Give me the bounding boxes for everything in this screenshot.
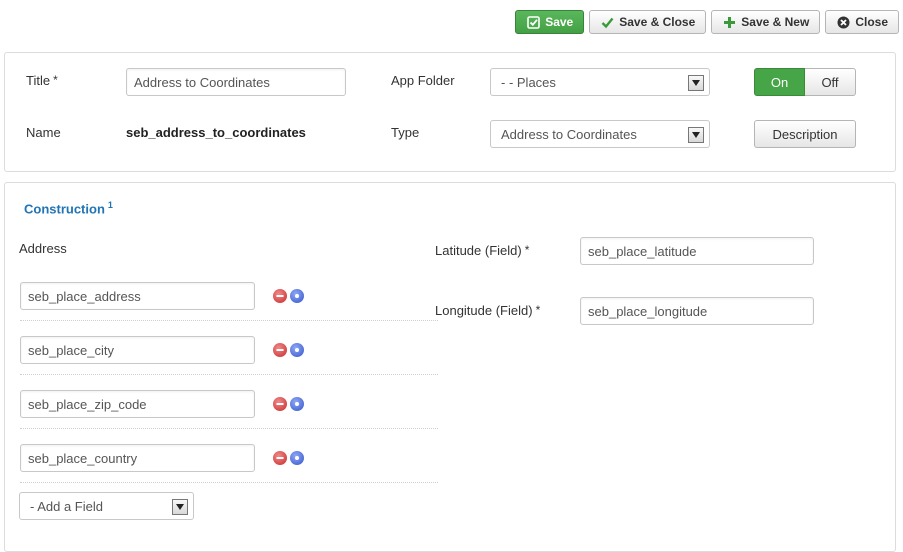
latitude-input[interactable] [580,237,814,265]
city-field-actions [273,343,304,357]
save-close-button[interactable]: Save & Close [589,10,707,34]
title-required-marker: * [53,73,58,87]
construction-title-text: Construction [24,201,105,217]
plus-icon [722,15,736,29]
app-folder-value: - - Places [501,74,556,90]
chevron-down-icon [688,127,704,143]
construction-title: Construction 1 [24,200,113,216]
longitude-input[interactable] [580,297,814,325]
close-label: Close [855,15,888,29]
move-field-icon[interactable] [290,289,304,303]
longitude-required-marker: * [535,303,541,317]
remove-field-icon[interactable] [273,289,287,303]
longitude-label: Longitude (Field) * [435,303,540,318]
check-icon [600,15,614,29]
add-field-select[interactable]: - Add a Field [19,492,194,520]
chevron-down-icon [172,499,188,515]
toggle-off-button[interactable]: Off [805,68,856,96]
latitude-required-marker: * [524,243,530,257]
row-divider [20,374,438,375]
general-panel: Title* App Folder - - Places On Off Name… [4,52,896,172]
add-field-value: - Add a Field [30,498,103,514]
close-circle-icon [836,15,850,29]
move-field-icon[interactable] [290,343,304,357]
latitude-label-text: Latitude (Field) [435,243,522,258]
type-select[interactable]: Address to Coordinates [490,120,710,148]
remove-field-icon[interactable] [273,343,287,357]
description-button[interactable]: Description [754,120,856,148]
save-icon [526,15,540,29]
zip-code-field-input[interactable] [20,390,255,418]
type-label: Type [391,125,420,140]
app-folder-label: App Folder [391,73,455,88]
title-input[interactable] [126,68,346,96]
country-field-input[interactable] [20,444,255,472]
app-folder-select[interactable]: - - Places [490,68,710,96]
remove-field-icon[interactable] [273,451,287,465]
construction-panel: Construction1 Address - Add a Field Lati… [4,182,896,552]
save-new-label: Save & New [741,15,810,29]
title-label: Title * [26,73,58,88]
latitude-label: Latitude (Field) * [435,243,529,258]
name-value: seb_address_to_coordinates [126,125,306,140]
row-divider [20,320,438,321]
save-new-button[interactable]: Save & New [711,10,821,34]
row-divider [20,482,438,483]
longitude-label-text: Longitude (Field) [435,303,533,318]
save-close-label: Save & Close [619,15,696,29]
name-label: Name [26,125,61,140]
row-divider [20,428,438,429]
move-field-icon[interactable] [290,397,304,411]
toggle-on-button[interactable]: On [754,68,805,96]
country-field-actions [273,451,304,465]
city-field-input[interactable] [20,336,255,364]
close-button[interactable]: Close [825,10,899,34]
address-label: Address [19,241,67,256]
zip-code-field-actions [273,397,304,411]
published-toggle: On Off [754,68,856,96]
save-label: Save [545,15,574,29]
toolbar: Save Save & Close Save & New Close [515,10,899,34]
chevron-down-icon [688,75,704,91]
construction-footnote: 1 [107,200,113,210]
address-field-actions [273,289,304,303]
remove-field-icon[interactable] [273,397,287,411]
save-button[interactable]: Save [515,10,585,34]
title-label-text: Title [26,73,51,88]
address-field-input[interactable] [20,282,255,310]
move-field-icon[interactable] [290,451,304,465]
type-value: Address to Coordinates [501,126,637,142]
